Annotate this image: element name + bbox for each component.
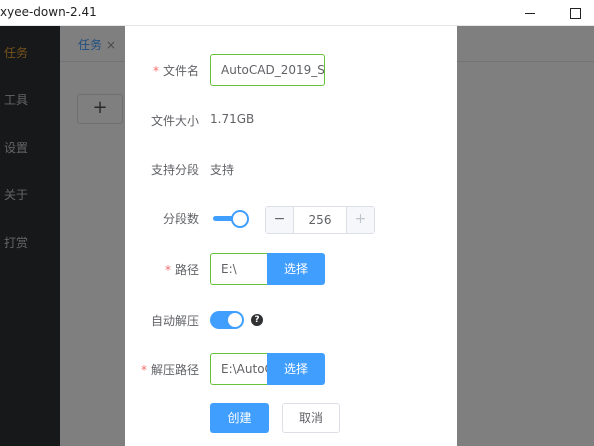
segments-minus-button[interactable]: − bbox=[266, 207, 294, 233]
filename-label: * 文件名 bbox=[153, 62, 199, 79]
unzip-path-select-button[interactable]: 选择 bbox=[267, 353, 325, 385]
unzip-path-label-text: 解压路径 bbox=[150, 363, 199, 377]
required-mark: * bbox=[140, 363, 147, 377]
create-task-dialog: *文件名 AutoCAD_2019_Simplified_Chinese_Win… bbox=[125, 26, 457, 446]
filesize-value: 1.71GB bbox=[210, 112, 255, 126]
filesize-label: 文件大小 bbox=[150, 114, 199, 128]
segment-support-value: 支持 bbox=[210, 163, 235, 177]
segments-label: 分段数 bbox=[162, 212, 199, 226]
auto-unzip-label: 自动解压 bbox=[150, 314, 199, 328]
create-button[interactable]: 创建 bbox=[210, 403, 269, 433]
segments-stepper: − 256 + bbox=[265, 206, 375, 234]
segments-slider-handle[interactable] bbox=[231, 210, 249, 228]
maximize-icon[interactable] bbox=[564, 3, 586, 23]
path-label: * 路径 bbox=[165, 261, 199, 278]
unzip-path-label: * 解压路径 bbox=[141, 361, 199, 378]
filename-label-text: 文件名 bbox=[162, 64, 199, 78]
unzip-path-input[interactable]: E:\AutoCAD_2019_Simplified_Chinese_Win_6… bbox=[210, 353, 267, 385]
required-mark: * bbox=[152, 64, 159, 78]
filename-input[interactable]: AutoCAD_2019_Simplified_Chinese_Win_64bi… bbox=[210, 54, 325, 86]
path-input[interactable]: E:\ bbox=[210, 253, 267, 285]
help-icon[interactable]: ? bbox=[251, 314, 263, 326]
segments-value[interactable]: 256 bbox=[294, 207, 346, 233]
auto-unzip-switch[interactable] bbox=[210, 311, 244, 329]
required-mark: * bbox=[164, 263, 171, 277]
switch-knob bbox=[228, 313, 242, 327]
cancel-button[interactable]: 取消 bbox=[282, 403, 340, 433]
path-label-text: 路径 bbox=[174, 263, 199, 277]
minimize-icon[interactable] bbox=[519, 3, 541, 23]
path-select-button[interactable]: 选择 bbox=[267, 253, 325, 285]
segments-plus-button[interactable]: + bbox=[346, 207, 374, 233]
title-bar: xyee-down-2.41 bbox=[0, 0, 594, 26]
window-title: xyee-down-2.41 bbox=[0, 5, 97, 19]
segment-support-label: 支持分段 bbox=[150, 163, 199, 177]
